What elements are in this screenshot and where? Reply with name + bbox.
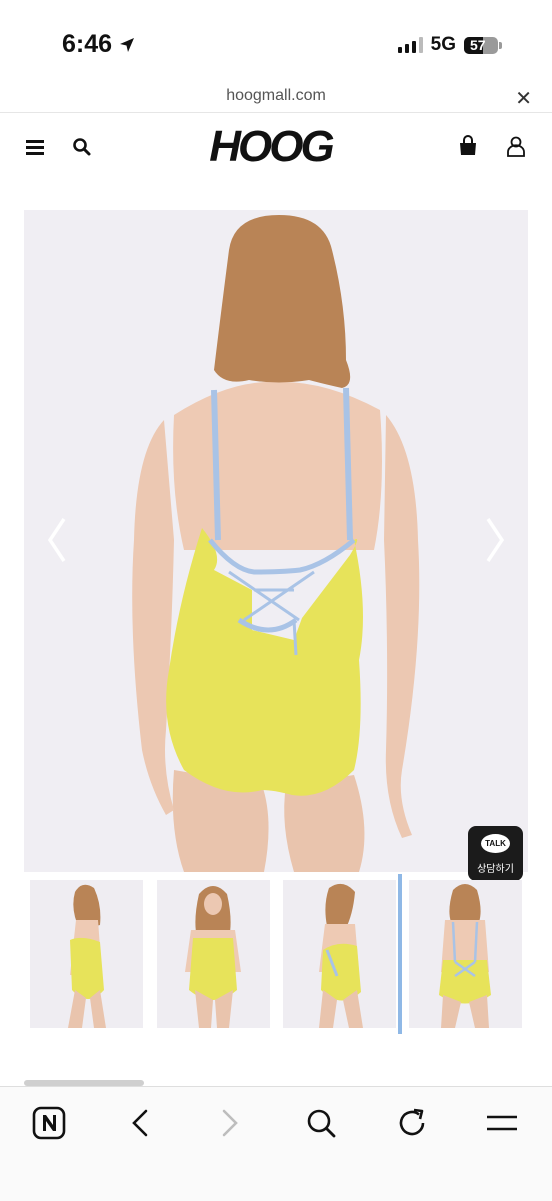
chevron-left-icon[interactable] xyxy=(44,515,70,565)
refresh-icon[interactable] xyxy=(394,1105,430,1141)
thumbnail-side-view[interactable] xyxy=(30,880,143,1028)
shopping-bag-icon[interactable] xyxy=(457,135,479,157)
menu-icon[interactable] xyxy=(484,1105,520,1141)
site-logo[interactable]: HOOG xyxy=(193,119,348,175)
product-main-image[interactable] xyxy=(24,210,528,872)
thumbnail-selection-indicator xyxy=(398,874,402,1034)
back-icon[interactable] xyxy=(122,1105,158,1141)
browser-bottom-bar xyxy=(0,1086,552,1201)
chevron-right-icon[interactable] xyxy=(482,515,508,565)
location-arrow-icon xyxy=(120,37,135,52)
search-icon[interactable] xyxy=(72,137,92,157)
model-back-view-image xyxy=(24,210,528,872)
thumbnail-side-back-view[interactable] xyxy=(283,880,396,1028)
browser-url-bar: hoogmall.com ✕ xyxy=(0,80,552,113)
status-bar: 6:46 5G 57 xyxy=(0,0,552,80)
search-icon[interactable] xyxy=(303,1105,339,1141)
status-indicators: 5G 57 xyxy=(397,34,502,56)
url-text[interactable]: hoogmall.com xyxy=(0,87,552,105)
battery-icon: 57 xyxy=(464,36,502,54)
thumbnail-strip xyxy=(30,880,522,1030)
thumbnail-back-view[interactable] xyxy=(409,880,522,1028)
signal-icon xyxy=(397,37,423,53)
thumbnail-front-view[interactable] xyxy=(157,880,270,1028)
battery-level: 57 xyxy=(470,37,486,53)
talk-bubble-icon: TALK xyxy=(481,834,510,853)
site-header: HOOG xyxy=(0,113,552,183)
forward-icon[interactable] xyxy=(212,1105,248,1141)
chat-consult-button[interactable]: TALK 상담하기 xyxy=(468,826,523,881)
time-text: 6:46 xyxy=(62,30,113,58)
naver-icon[interactable] xyxy=(31,1105,67,1141)
hamburger-menu-icon[interactable] xyxy=(26,140,44,155)
close-icon[interactable]: ✕ xyxy=(515,86,532,111)
network-type: 5G xyxy=(430,34,456,55)
chat-label: 상담하기 xyxy=(477,864,514,875)
status-time: 6:46 xyxy=(62,30,136,59)
user-icon[interactable] xyxy=(506,135,526,157)
